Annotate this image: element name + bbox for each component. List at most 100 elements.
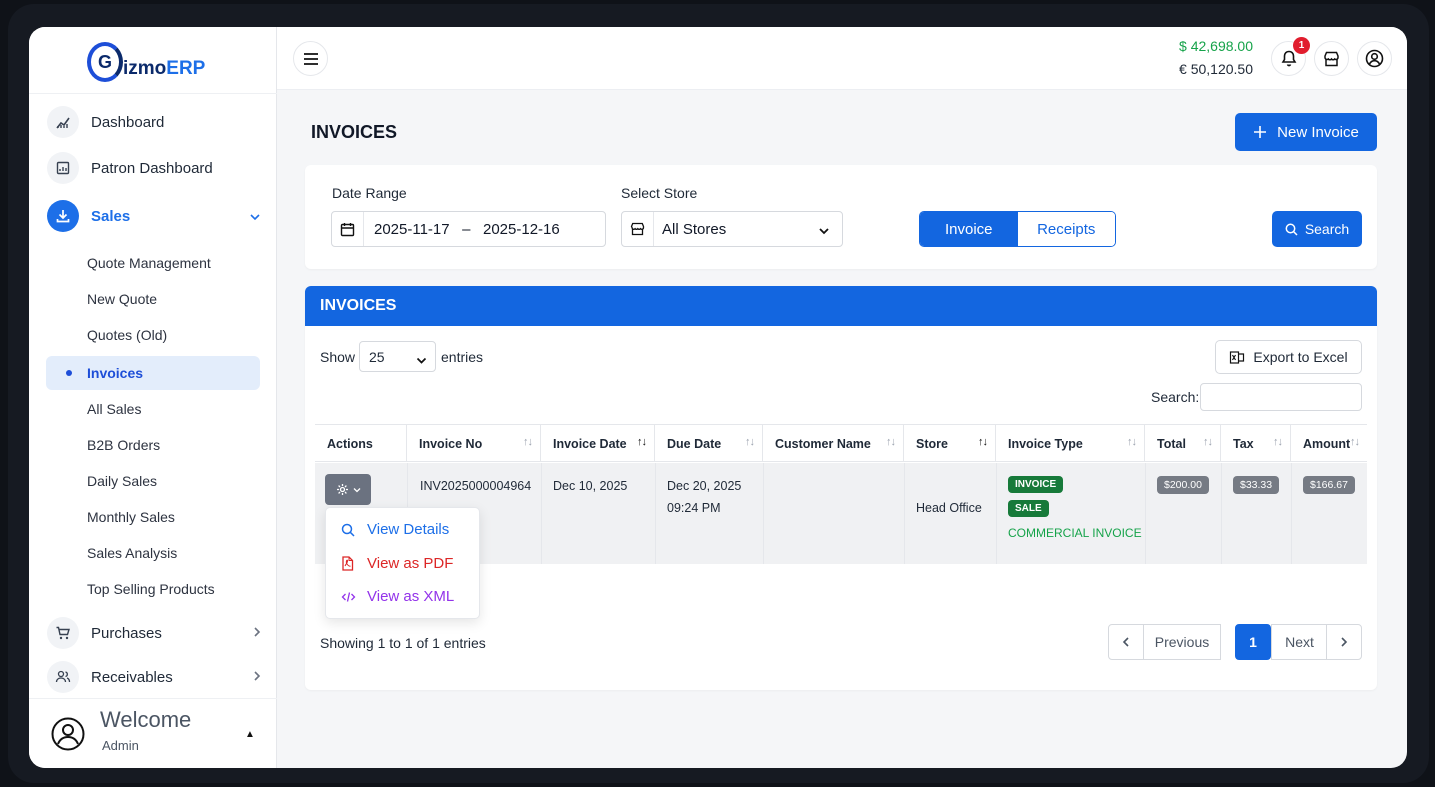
sidebar-subitem-quotes-old[interactable]: Quotes (Old) [87, 327, 167, 343]
sidebar-item-label: Sales [91, 207, 131, 225]
date-from: 2025-11-17 [374, 221, 450, 238]
search-button[interactable]: Search [1272, 211, 1362, 247]
sort-icon: ↑↓ [1203, 436, 1213, 448]
pagination-prev-icon-button[interactable] [1108, 624, 1144, 660]
calculator-icon [47, 152, 79, 184]
notification-badge: 1 [1293, 37, 1310, 54]
row-actions-button[interactable] [325, 474, 371, 505]
menu-item-label: View Details [367, 521, 450, 538]
column-header-customer-name[interactable]: Customer Name ↑↓ [763, 424, 904, 462]
sidebar-subitem-daily-sales[interactable]: Daily Sales [87, 473, 157, 489]
chart-icon [47, 106, 79, 138]
date-range-input[interactable]: 2025-11-17 – 2025-12-16 [331, 211, 606, 247]
menu-item-view-details[interactable]: View Details [341, 521, 449, 538]
balance-eur: € 50,120.50 [1179, 61, 1253, 77]
chevron-down-icon [249, 209, 261, 224]
new-invoice-button[interactable]: New Invoice [1235, 113, 1377, 151]
sidebar-item-sales[interactable]: Sales [47, 199, 261, 233]
date-to: 2025-12-16 [483, 221, 560, 238]
column-header-store[interactable]: Store ↑↓ [904, 424, 996, 462]
column-header-invoice-type[interactable]: Invoice Type ↑↓ [996, 424, 1145, 462]
sidebar-subitem-monthly-sales[interactable]: Monthly Sales [87, 509, 175, 525]
cell-divider [1221, 463, 1222, 564]
menu-item-view-pdf[interactable]: View as PDF [341, 555, 453, 572]
topbar: $ 42,698.00 € 50,120.50 1 [277, 27, 1407, 90]
user-avatar-icon [51, 717, 85, 751]
cell-divider [541, 463, 542, 564]
user-menu[interactable]: Welcome Admin ▲ [51, 707, 261, 759]
show-label: Show [320, 349, 356, 365]
sort-icon: ↑↓ [1127, 436, 1137, 448]
date-range-value: 2025-11-17 – 2025-12-16 [374, 221, 560, 238]
sort-icon: ↑↓ [637, 436, 647, 448]
sort-icon: ↑↓ [1350, 436, 1360, 448]
entries-select[interactable]: 25 [359, 341, 436, 372]
column-header-tax[interactable]: Tax ↑↓ [1221, 424, 1291, 462]
table-search-input[interactable] [1200, 383, 1362, 411]
column-header-amount[interactable]: Amount ↑↓ [1291, 424, 1367, 462]
cell-amount: $166.67 [1303, 476, 1355, 494]
sidebar-subitem-all-sales[interactable]: All Sales [87, 401, 141, 417]
sidebar-divider [29, 698, 277, 699]
store-button[interactable] [1314, 41, 1349, 76]
store-select[interactable]: All Stores [621, 211, 843, 247]
chevron-right-icon [253, 670, 261, 685]
toggle-receipts[interactable]: Receipts [1017, 212, 1115, 246]
column-header-due-date[interactable]: Due Date ↑↓ [655, 424, 763, 462]
select-store-label: Select Store [621, 185, 698, 201]
users-icon [47, 661, 79, 693]
sidebar-item-label: Purchases [91, 624, 162, 642]
sidebar-subitem-quote-management[interactable]: Quote Management [87, 255, 211, 271]
column-header-actions: Actions [315, 424, 407, 462]
welcome-text: Welcome [100, 707, 192, 732]
cell-divider [1145, 463, 1146, 564]
column-header-invoice-no[interactable]: Invoice No ↑↓ [407, 424, 541, 462]
sort-icon: ↑↓ [1273, 436, 1283, 448]
pagination-page-1[interactable]: 1 [1235, 624, 1271, 660]
cell-due-date: Dec 20, 2025 [667, 479, 742, 493]
menu-item-view-xml[interactable]: View as XML [341, 588, 454, 605]
cell-divider [655, 463, 656, 564]
search-icon [1285, 223, 1298, 236]
column-header-invoice-date[interactable]: Invoice Date ↑↓ [541, 424, 655, 462]
user-role: Admin [102, 738, 139, 753]
badge-sale: SALE [1008, 500, 1049, 517]
menu-item-label: View as PDF [367, 555, 454, 572]
sidebar-item-purchases[interactable]: Purchases [47, 616, 261, 650]
export-excel-button[interactable]: Export to Excel [1215, 340, 1362, 374]
chevron-right-icon [253, 626, 261, 641]
entries-label: entries [441, 349, 484, 365]
toggle-invoice[interactable]: Invoice [920, 212, 1018, 246]
sidebar-item-label: Dashboard [91, 113, 165, 131]
row-actions-menu: View Details View as PDF View as XML [325, 507, 480, 619]
sidebar-subitem-label: Invoices [87, 365, 144, 381]
cell-invoice-no[interactable]: INV2025000004964 [420, 479, 531, 493]
sidebar-subitem-new-quote[interactable]: New Quote [87, 291, 157, 307]
sidebar-subitem-invoices[interactable]: Invoices [46, 356, 260, 390]
sidebar-item-dashboard[interactable]: Dashboard [47, 105, 261, 139]
pagination-next[interactable]: Next [1271, 624, 1327, 660]
new-invoice-label: New Invoice [1277, 123, 1359, 141]
menu-toggle-button[interactable] [293, 41, 328, 76]
sidebar-item-patron-dashboard[interactable]: Patron Dashboard [47, 151, 261, 185]
app-screen: G izmoERP Dashboard Patron Dashboard Sal… [29, 27, 1407, 768]
sidebar-subitem-b2b-orders[interactable]: B2B Orders [87, 437, 160, 453]
pagination-previous[interactable]: Previous [1143, 624, 1221, 660]
cell-divider [1291, 463, 1292, 564]
cell-divider [904, 463, 905, 564]
notifications-button[interactable]: 1 [1271, 37, 1310, 76]
cart-icon [47, 617, 79, 649]
sidebar-subitem-top-selling-products[interactable]: Top Selling Products [87, 581, 215, 597]
chevron-down-icon [353, 487, 360, 492]
column-header-total[interactable]: Total ↑↓ [1145, 424, 1221, 462]
badge-invoice: INVOICE [1008, 476, 1064, 493]
pdf-file-icon [341, 556, 359, 571]
cell-invoice-type-text: COMMERCIAL INVOICE [1008, 526, 1142, 540]
logo[interactable]: G izmoERP [87, 42, 205, 82]
profile-button[interactable] [1357, 41, 1392, 76]
sidebar-item-receivables[interactable]: Receivables [47, 660, 261, 694]
sort-icon: ↑↓ [745, 436, 755, 448]
caret-up-icon: ▲ [245, 729, 255, 740]
pagination-next-icon-button[interactable] [1326, 624, 1362, 660]
sidebar-subitem-sales-analysis[interactable]: Sales Analysis [87, 545, 177, 561]
